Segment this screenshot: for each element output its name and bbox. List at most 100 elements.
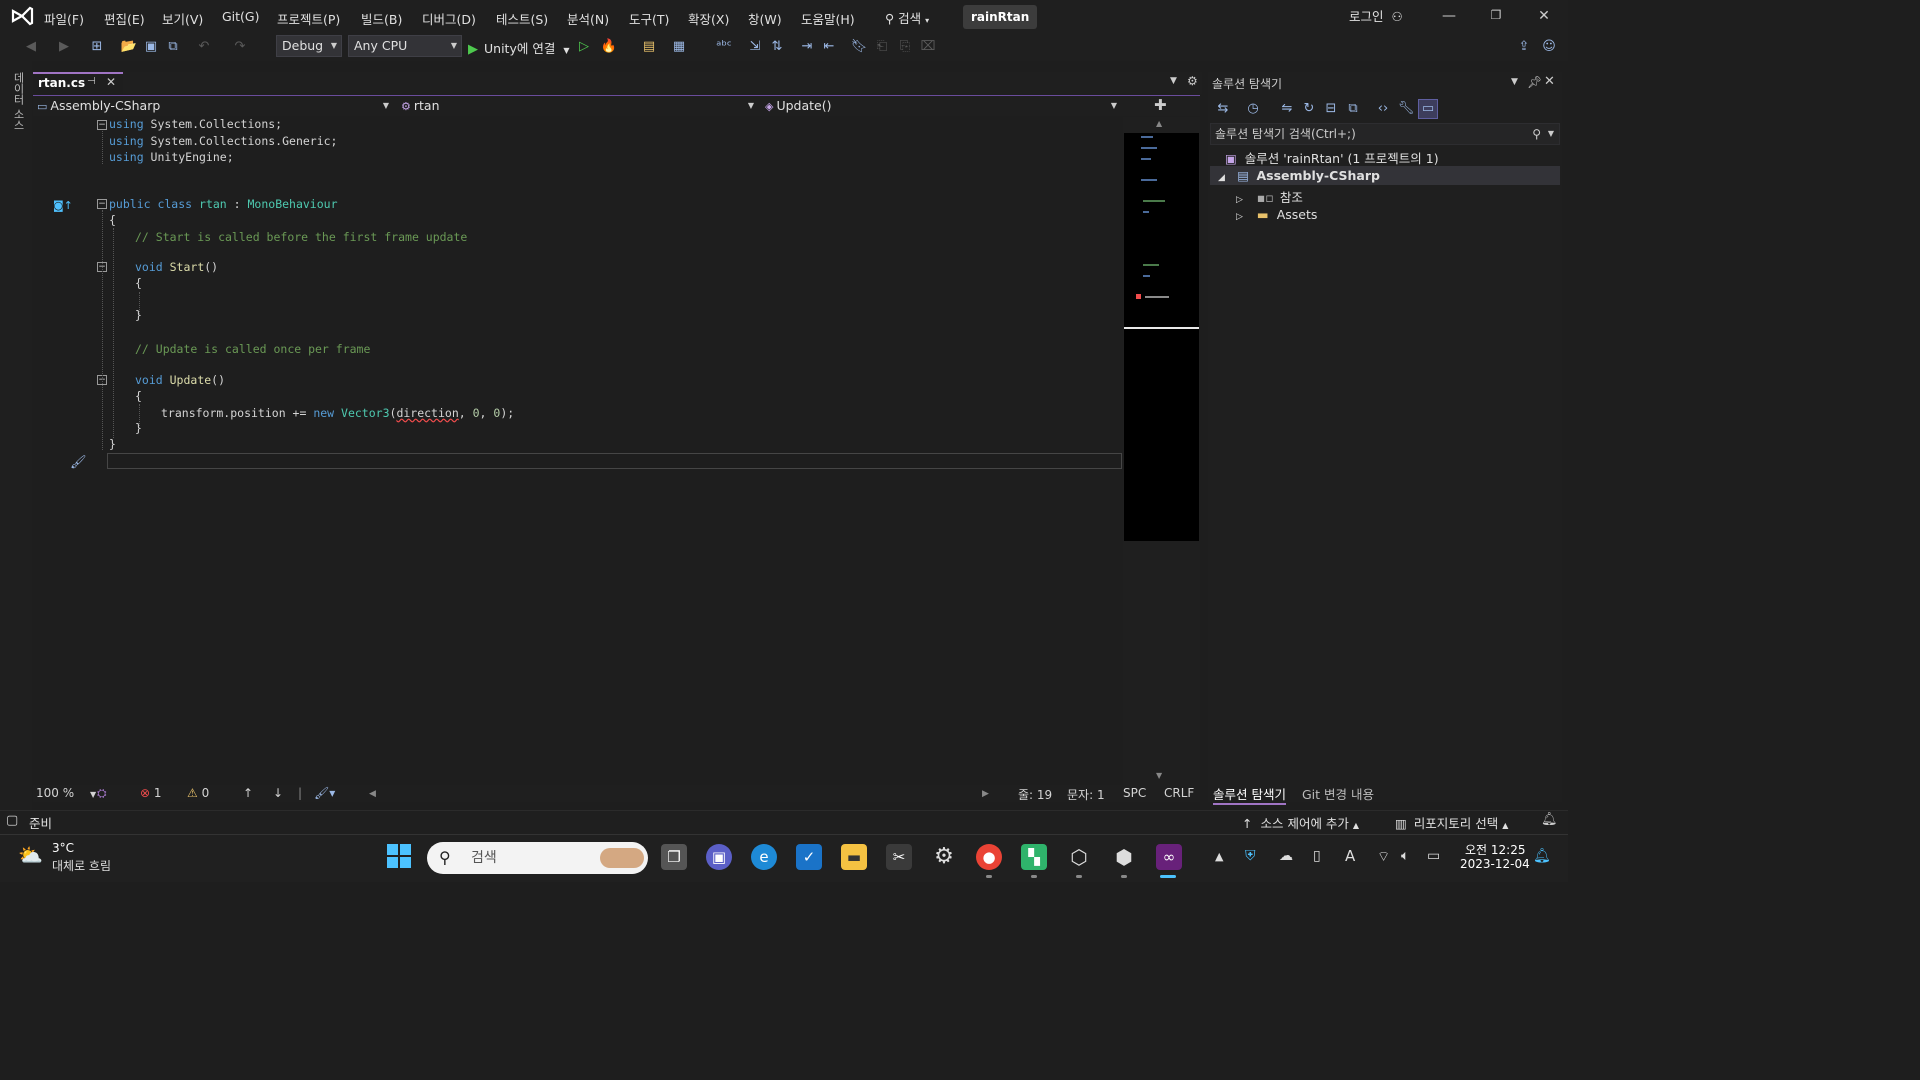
pin-tab-icon[interactable]: ⊣	[87, 76, 96, 87]
redo-icon[interactable]: ↷	[231, 38, 249, 56]
platform-select[interactable]: Any CPU ▼	[348, 35, 462, 57]
preview-icon[interactable]: ▭	[1418, 99, 1438, 119]
edge-icon[interactable]: e	[751, 844, 777, 870]
new-project-icon[interactable]: ⊞	[88, 38, 106, 56]
scroll-left-icon[interactable]: ◀	[369, 789, 376, 799]
back-icon[interactable]: ◀	[22, 38, 40, 56]
previous-issue-icon[interactable]: ↑	[243, 786, 253, 800]
undo-icon[interactable]: ↶	[195, 38, 213, 56]
outdent-icon[interactable]: ⇤	[820, 38, 838, 56]
line-indicator[interactable]: 줄: 19	[1018, 786, 1052, 803]
snipping-tool-icon[interactable]: ✂	[886, 844, 912, 870]
clock-time[interactable]: 오전 12:25	[1465, 841, 1525, 858]
panel-dropdown-icon[interactable]: ▼	[1511, 77, 1518, 87]
menu-debug[interactable]: 디버그(D)	[422, 9, 476, 28]
type-dropdown[interactable]: ⚙ rtan ▼	[401, 96, 758, 115]
ms-todo-icon[interactable]: ✓	[796, 844, 822, 870]
unity-hub-icon[interactable]: ⬡	[1066, 844, 1092, 870]
attach-unity-button[interactable]: ▶ Unity에 연결 ▼	[468, 38, 569, 57]
fold-toggle-icon[interactable]: −	[97, 199, 107, 209]
file-explorer-icon[interactable]: ▬	[841, 844, 867, 870]
solution-node[interactable]: ▣ 솔루션 'rainRtan' (1 프로젝트의 1)	[1225, 148, 1439, 167]
bookmark-icon[interactable]: 🔖︎	[850, 38, 868, 56]
error-token[interactable]: direction	[396, 406, 458, 420]
ime-icon[interactable]: A	[1345, 847, 1355, 865]
notifications-icon[interactable]: 🔔︎	[1541, 812, 1558, 827]
menu-project[interactable]: 프로젝트(P)	[277, 9, 340, 28]
notification-bell-icon[interactable]: 🔔︎	[1533, 848, 1551, 864]
indent-icon[interactable]: ⇥	[798, 38, 816, 56]
tab-solution-explorer[interactable]: 솔루션 탐색기	[1213, 784, 1286, 805]
step-over-icon[interactable]: ⇅	[768, 38, 786, 56]
menu-help[interactable]: 도움말(H)	[801, 9, 855, 28]
step-into-icon[interactable]: ⇲	[746, 38, 764, 56]
error-count-button[interactable]: ⊗ 1	[140, 786, 162, 800]
menu-analyze[interactable]: 분석(N)	[567, 9, 609, 28]
solution-search-input[interactable]: 솔루션 탐색기 검색(Ctrl+;) ⚲ ▼	[1210, 123, 1560, 145]
weather-temp[interactable]: 3°C	[52, 841, 74, 855]
restore-button[interactable]: ❐	[1486, 8, 1506, 22]
show-hidden-icons-icon[interactable]: ▲	[1215, 850, 1223, 863]
share-icon[interactable]: ⇪	[1515, 38, 1533, 56]
start-without-debug-icon[interactable]: ▷	[575, 38, 593, 56]
spell-check-icon[interactable]: ᵃᵇᶜ	[715, 38, 733, 56]
scroll-down-icon[interactable]: ▼	[1156, 771, 1162, 780]
split-editor-icon[interactable]: ✚	[1154, 96, 1167, 114]
minimize-button[interactable]: —	[1439, 8, 1459, 24]
unity-script-icon[interactable]: ◙↑	[53, 199, 73, 212]
windows-start-icon[interactable]	[386, 843, 412, 869]
layout-icon[interactable]: ▦	[670, 38, 688, 56]
close-window-button[interactable]: ✕	[1534, 8, 1554, 24]
project-node[interactable]: ◢ ▤ Assembly-CSharp	[1218, 168, 1380, 183]
chrome-icon[interactable]: ●	[976, 844, 1002, 870]
data-sources-tab[interactable]: 데이터 소스	[10, 72, 26, 131]
hot-reload-icon[interactable]: 🔥	[600, 38, 618, 56]
close-tab-icon[interactable]: ✕	[106, 75, 116, 89]
taskbar-search-box[interactable]: ⚲ 검색	[427, 842, 648, 874]
tab-dropdown-icon[interactable]: ▼	[1170, 76, 1177, 86]
forward-icon[interactable]: ▶	[55, 38, 73, 56]
code-editor[interactable]	[50, 117, 1123, 785]
menu-test[interactable]: 테스트(S)	[496, 9, 548, 28]
menu-tools[interactable]: 도구(T)	[629, 9, 669, 28]
pending-changes-icon[interactable]: ⇋	[1278, 100, 1296, 118]
configuration-select[interactable]: Debug ▼	[276, 35, 342, 57]
settings-icon[interactable]: ⚙	[931, 844, 957, 870]
onedrive-icon[interactable]: ☁	[1279, 848, 1293, 864]
open-folder-icon[interactable]: 📂	[120, 38, 138, 56]
intellicode-icon[interactable]: ⛭	[97, 786, 107, 801]
menu-extensions[interactable]: 확장(X)	[688, 9, 729, 28]
next-bookmark-icon[interactable]: ⎘	[896, 38, 914, 56]
line-ending-indicator[interactable]: CRLF	[1164, 786, 1194, 800]
task-view-icon[interactable]: ❐	[661, 844, 687, 870]
app-icon[interactable]: ▚	[1021, 844, 1047, 870]
menu-git[interactable]: Git(G)	[222, 9, 260, 24]
spacing-indicator[interactable]: SPC	[1123, 786, 1146, 800]
collapse-all-icon[interactable]: ⊟	[1322, 100, 1340, 118]
gear-icon[interactable]: ⚙	[1187, 74, 1198, 88]
properties-icon[interactable]: 🔧︎	[1397, 100, 1415, 118]
menu-edit[interactable]: 편집(E)	[104, 9, 145, 28]
feedback-icon[interactable]: ☺	[1540, 38, 1558, 56]
menu-window[interactable]: 창(W)	[748, 9, 782, 28]
save-all-icon[interactable]: ⧉	[164, 38, 182, 56]
history-icon[interactable]: ◷	[1244, 100, 1262, 118]
references-node[interactable]: ▷ ▪▫ 참조	[1236, 187, 1303, 206]
scroll-right-icon[interactable]: ▶	[982, 789, 989, 799]
code-cleanup-icon[interactable]: 🖌︎	[70, 455, 87, 470]
title-search-button[interactable]: ⚲ 검색 ▾	[885, 8, 929, 27]
wifi-icon[interactable]: ⌔	[1377, 848, 1390, 866]
refresh-icon[interactable]: ↻	[1300, 100, 1318, 118]
show-all-files-icon[interactable]: ⧉	[1344, 100, 1362, 118]
unity-editor-icon[interactable]: ⬢	[1111, 844, 1137, 870]
next-issue-icon[interactable]: ↓	[273, 786, 283, 800]
defender-icon[interactable]: ⛨	[1245, 848, 1256, 864]
add-source-control-button[interactable]: ↑ 소스 제어에 추가 ▲	[1242, 813, 1359, 832]
sync-view-icon[interactable]: ⇆	[1214, 100, 1232, 118]
close-panel-icon[interactable]: ✕	[1544, 74, 1555, 89]
chat-icon[interactable]: ▣	[706, 844, 732, 870]
tab-git-changes[interactable]: Git 변경 내용	[1302, 784, 1374, 803]
select-repository-button[interactable]: ▥ 리포지토리 선택 ▲	[1395, 813, 1508, 832]
clock-date[interactable]: 2023-12-04	[1460, 857, 1530, 871]
save-icon[interactable]: ▣	[142, 38, 160, 56]
